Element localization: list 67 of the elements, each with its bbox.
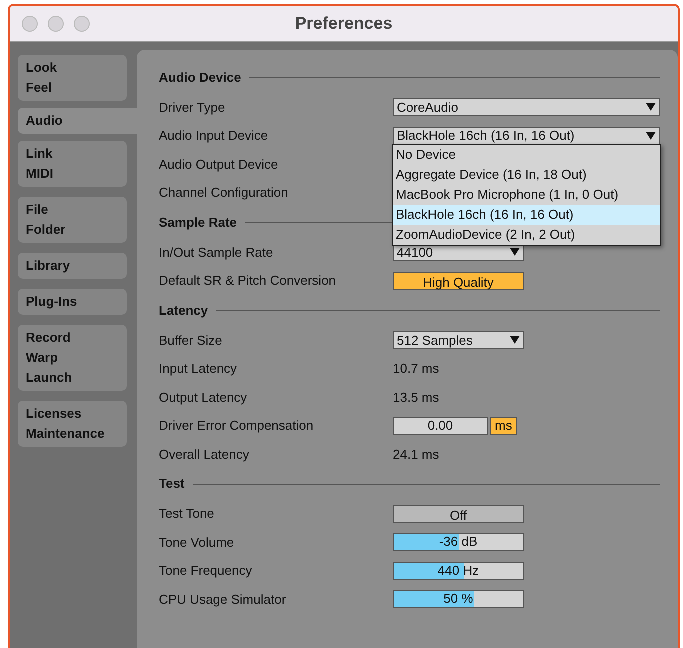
- value-text: 10.7 ms: [393, 360, 440, 378]
- section-heading: Latency: [159, 302, 208, 320]
- sidebar-group[interactable]: Licenses Maintenance: [18, 401, 127, 447]
- slider[interactable]: 50 %: [393, 590, 524, 608]
- sidebar-item[interactable]: Licenses: [26, 404, 119, 424]
- setting-label: CPU Usage Simulator: [159, 590, 288, 609]
- menu-item[interactable]: No Device: [393, 144, 660, 164]
- sidebar-group[interactable]: File Folder: [18, 197, 127, 243]
- sidebar-item[interactable]: Record: [26, 328, 119, 348]
- setting-label: Audio Output Device: [159, 156, 280, 174]
- window-control-icon[interactable]: [22, 16, 38, 32]
- setting-label: Audio Input Device: [159, 127, 270, 145]
- dropdown[interactable]: CoreAudio: [393, 98, 660, 116]
- sidebar-item[interactable]: Audio: [26, 111, 131, 131]
- unit-label: ms: [490, 416, 518, 435]
- menu-item[interactable]: MacBook Pro Microphone (1 In, 0 Out): [393, 184, 660, 204]
- sidebar-item[interactable]: Library: [26, 256, 119, 276]
- setting-label: Default SR & Pitch Conversion: [159, 272, 338, 290]
- setting-label: Input Latency: [159, 360, 238, 378]
- setting-label: Driver Type: [159, 98, 226, 117]
- value-text: 13.5 ms: [393, 388, 440, 406]
- number-field[interactable]: 0.00: [393, 416, 488, 435]
- sidebar-group[interactable]: Link MIDI: [18, 141, 127, 187]
- window-control-icon[interactable]: [74, 16, 90, 32]
- setting-label: In/Out Sample Rate: [159, 244, 274, 262]
- setting-label: Tone Volume: [159, 534, 236, 552]
- sidebar-group[interactable]: Record Warp Launch: [18, 325, 127, 391]
- section-heading: Sample Rate: [159, 214, 238, 232]
- caret-icon: [646, 103, 656, 112]
- toggle-button[interactable]: High Quality: [393, 272, 524, 290]
- menu-item[interactable]: Aggregate Device (16 In, 18 Out): [393, 164, 660, 184]
- sidebar-item[interactable]: File: [26, 200, 119, 220]
- sidebar-group[interactable]: Look Feel: [18, 55, 127, 101]
- caret-icon: [510, 248, 520, 256]
- sidebar-item[interactable]: Feel: [26, 78, 119, 98]
- sidebar-group[interactable]: Library: [18, 253, 127, 279]
- window-title: Preferences: [295, 12, 393, 35]
- setting-label: Output Latency: [159, 388, 248, 407]
- slider[interactable]: -36 dB: [393, 533, 524, 552]
- section-heading: Audio Device: [159, 68, 242, 87]
- sidebar-item[interactable]: Plug-Ins: [26, 292, 119, 312]
- caret-icon: [646, 132, 656, 140]
- section-heading: Test: [159, 475, 185, 494]
- value-text: 24.1 ms: [393, 446, 440, 464]
- dropdown[interactable]: 512 Samples: [393, 331, 524, 350]
- menu-item[interactable]: ZoomAudioDevice (2 In, 2 Out): [393, 224, 660, 244]
- toggle-button[interactable]: Off: [393, 504, 524, 523]
- sidebar-item[interactable]: Look: [26, 58, 119, 78]
- sidebar-item[interactable]: Warp: [26, 348, 119, 368]
- sidebar-item[interactable]: MIDI: [26, 164, 119, 184]
- caret-icon: [510, 336, 520, 344]
- sidebar-item[interactable]: Folder: [26, 220, 119, 240]
- setting-label: Channel Configuration: [159, 184, 290, 202]
- dropdown[interactable]: BlackHole 16ch (16 In, 16 Out): [393, 126, 660, 145]
- sidebar-item[interactable]: Link: [26, 144, 119, 164]
- sidebar-item[interactable]: Maintenance: [26, 424, 119, 444]
- setting-label: Test Tone: [159, 505, 216, 523]
- setting-label: Tone Frequency: [159, 562, 254, 580]
- setting-label: Driver Error Compensation: [159, 417, 315, 435]
- sidebar-item[interactable]: Launch: [26, 368, 119, 388]
- setting-label: Overall Latency: [159, 446, 250, 464]
- window-control-icon[interactable]: [48, 16, 64, 32]
- setting-label: Buffer Size: [159, 332, 224, 350]
- menu-item[interactable]: BlackHole 16ch (16 In, 16 Out): [393, 204, 660, 224]
- slider[interactable]: 440 Hz: [393, 562, 524, 580]
- sidebar-group[interactable]: Audio: [18, 108, 139, 134]
- sidebar-group[interactable]: Plug-Ins: [18, 289, 127, 315]
